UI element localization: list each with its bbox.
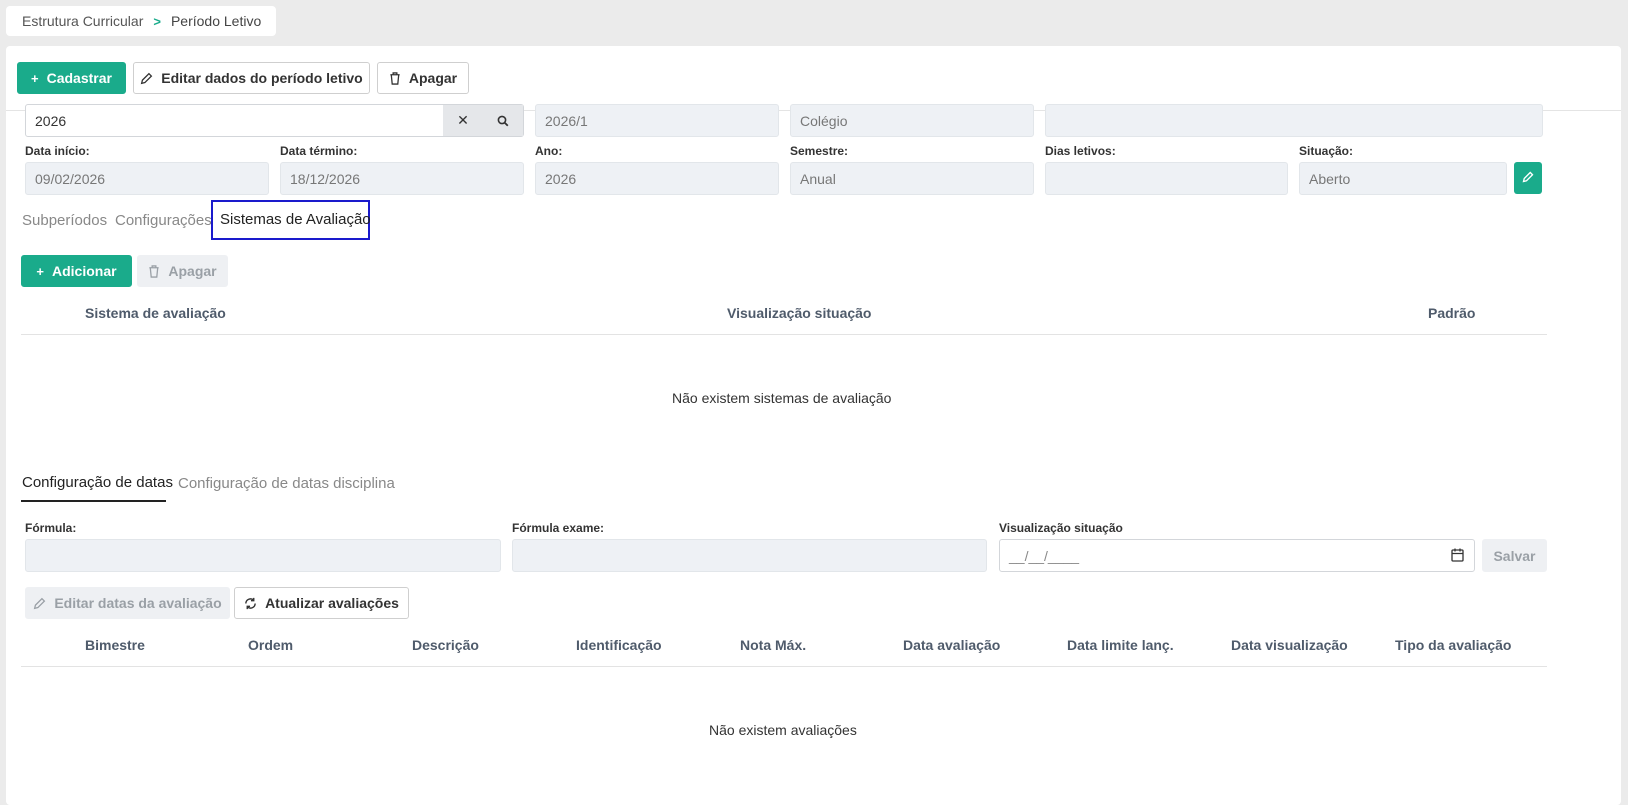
clear-icon[interactable]: ✕ (443, 105, 483, 136)
periodo-search-value: 2026 (35, 112, 67, 129)
active-tab-underline (21, 500, 166, 502)
edit-situacao-button[interactable] (1514, 162, 1542, 194)
ano-label: Ano: (535, 144, 563, 158)
periodo-value: 2026/1 (545, 112, 588, 129)
data-inicio-label: Data início: (25, 144, 90, 158)
apagar-sistema-label: Apagar (168, 263, 217, 279)
formula-label: Fórmula: (25, 521, 77, 535)
cadastrar-button[interactable]: + Cadastrar (17, 62, 126, 94)
dias-letivos-field (1045, 162, 1288, 195)
breadcrumb-current: Período Letivo (170, 13, 262, 29)
editar-datas-label: Editar datas da avaliação (54, 595, 222, 611)
semestre-field: Anual (790, 162, 1034, 195)
table-header-divider (21, 334, 1547, 335)
dias-letivos-label: Dias letivos: (1045, 144, 1116, 158)
formula-exame-input[interactable] (512, 539, 987, 572)
adicionar-button[interactable]: + Adicionar (21, 255, 132, 287)
column-header[interactable]: Data visualização (1231, 637, 1348, 653)
visualizacao-situacao-label: Visualização situação (999, 521, 1123, 535)
atualizar-avaliacoes-label: Atualizar avaliações (265, 595, 399, 611)
editar-periodo-label: Editar dados do período letivo (161, 70, 363, 86)
adicionar-label: Adicionar (52, 263, 117, 279)
trash-icon (148, 264, 160, 278)
editar-datas-button[interactable]: Editar datas da avaliação (25, 587, 230, 619)
column-header[interactable]: Data avaliação (903, 637, 1000, 653)
atualizar-avaliacoes-button[interactable]: Atualizar avaliações (234, 587, 409, 619)
apagar-periodo-label: Apagar (408, 70, 458, 86)
sistemas-empty-message: Não existem sistemas de avaliação (672, 390, 892, 406)
column-header[interactable]: Descrição (412, 637, 479, 653)
instituicao-value: Colégio (800, 112, 848, 129)
instituicao-field: Colégio (790, 104, 1034, 137)
column-header[interactable]: Tipo da avaliação (1395, 637, 1511, 653)
data-inicio-value: 09/02/2026 (35, 170, 106, 187)
editar-periodo-button[interactable]: Editar dados do período letivo (133, 62, 370, 94)
breadcrumb: Estrutura Curricular > Período Letivo (6, 6, 276, 36)
visualizacao-date-input[interactable]: __/__/____ (999, 539, 1475, 572)
column-header[interactable]: Sistema de avaliação (85, 305, 226, 321)
column-header[interactable]: Bimestre (85, 637, 145, 653)
plus-icon: + (31, 70, 39, 86)
calendar-icon[interactable] (1451, 548, 1464, 565)
data-termino-field: 18/12/2026 (280, 162, 524, 195)
column-header[interactable]: Nota Máx. (740, 637, 806, 653)
ano-field: 2026 (535, 162, 779, 195)
column-header[interactable]: Data limite lanç. (1067, 637, 1174, 653)
salvar-label: Salvar (1493, 547, 1536, 564)
chevron-right-icon: > (153, 13, 161, 29)
pencil-icon (1522, 170, 1534, 186)
cadastrar-label: Cadastrar (46, 70, 112, 86)
tab-configuracao-datas[interactable]: Configuração de datas (22, 474, 173, 491)
apagar-periodo-button[interactable]: Apagar (377, 62, 469, 94)
tab-subperiodos[interactable]: Subperíodos (22, 212, 107, 229)
salvar-button[interactable]: Salvar (1482, 539, 1547, 572)
column-header[interactable]: Visualização situação (727, 305, 871, 321)
situacao-label: Situação: (1299, 144, 1354, 158)
situacao-value: Aberto (1309, 170, 1351, 187)
situacao-field: Aberto (1299, 162, 1507, 195)
search-icon[interactable] (483, 105, 523, 136)
data-inicio-field: 09/02/2026 (25, 162, 269, 195)
trash-icon (389, 71, 401, 85)
data-termino-value: 18/12/2026 (290, 170, 361, 187)
semestre-value: Anual (800, 170, 836, 187)
descricao-field (1045, 104, 1543, 137)
tab-configuracao-datas-disciplina[interactable]: Configuração de datas disciplina (178, 475, 395, 492)
column-header[interactable]: Padrão (1428, 305, 1475, 321)
pencil-icon (33, 597, 46, 610)
formula-input[interactable] (25, 539, 501, 572)
avaliacoes-empty-message: Não existem avaliações (709, 722, 857, 738)
ano-value: 2026 (545, 170, 577, 187)
column-header[interactable]: Ordem (248, 637, 293, 653)
periodo-field: 2026/1 (535, 104, 779, 137)
formula-exame-label: Fórmula exame: (512, 521, 605, 535)
plus-icon: + (36, 263, 44, 279)
refresh-icon (244, 597, 257, 610)
periodo-search-input[interactable]: 2026 ✕ (25, 104, 524, 137)
visualizacao-date-placeholder: __/__/____ (1009, 547, 1080, 564)
main-card: + Cadastrar Editar dados do período leti… (6, 46, 1621, 805)
data-termino-label: Data término: (280, 144, 358, 158)
column-header[interactable]: Identificação (576, 637, 662, 653)
pencil-icon (140, 72, 153, 85)
apagar-sistema-button[interactable]: Apagar (137, 255, 228, 287)
breadcrumb-parent[interactable]: Estrutura Curricular (22, 13, 143, 29)
tab-sistemas-avaliacao[interactable]: Sistemas de Avaliação (220, 211, 371, 228)
tab-configuracoes[interactable]: Configurações (115, 212, 212, 229)
semestre-label: Semestre: (790, 144, 849, 158)
table-header-divider (21, 666, 1547, 667)
